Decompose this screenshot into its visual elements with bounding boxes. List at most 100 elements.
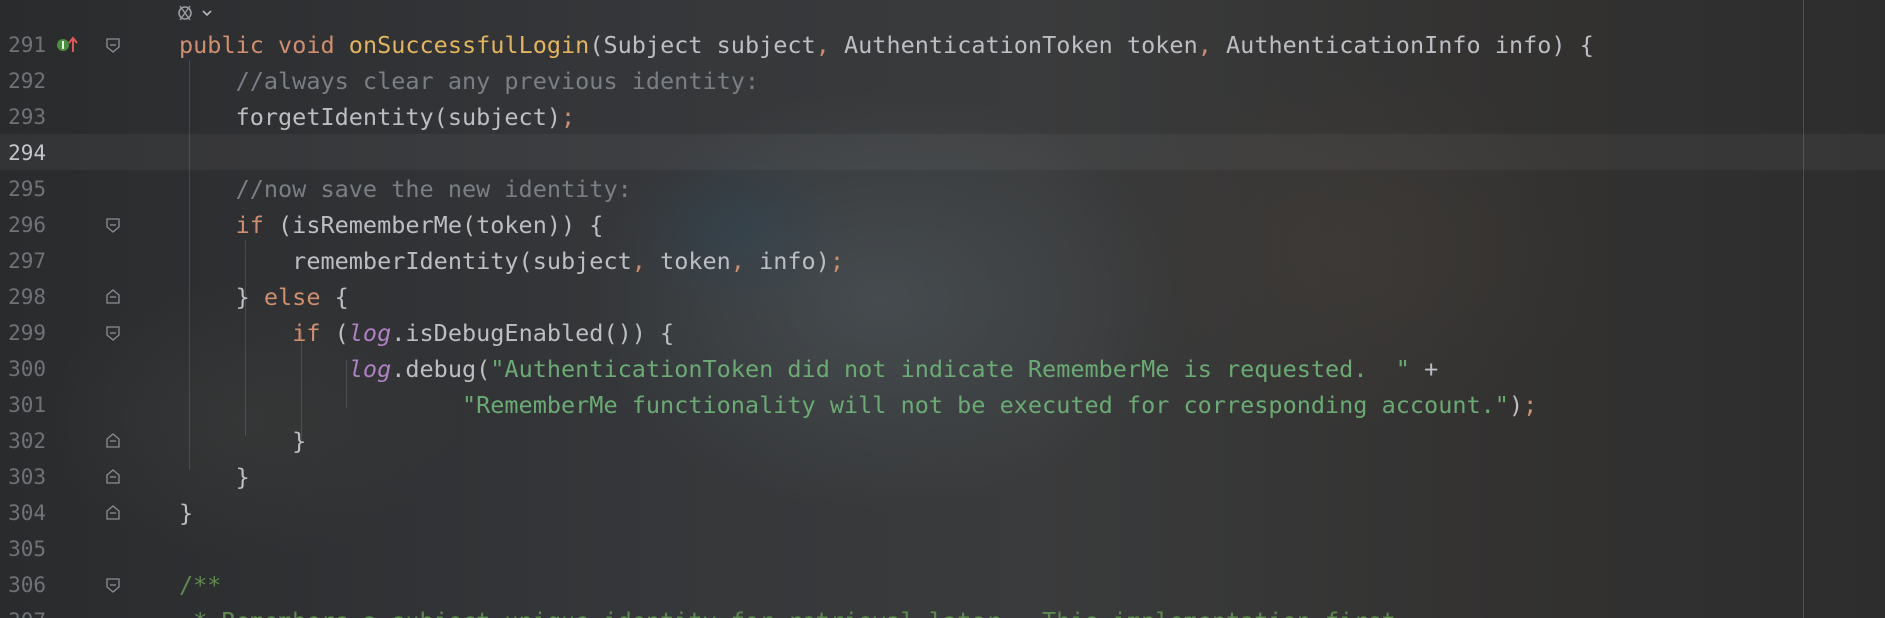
code-token: ;: [561, 103, 576, 131]
code-token: //always clear any previous identity:: [179, 67, 760, 95]
fold-open-icon[interactable]: [104, 36, 122, 54]
code-line[interactable]: 306 /**: [0, 567, 1885, 603]
code-token: forgetIdentity(subject): [179, 103, 562, 131]
code-token: token: [645, 247, 731, 275]
code-line[interactable]: 305: [0, 531, 1885, 567]
code-line[interactable]: 297 rememberIdentity(subject, token, inf…: [0, 243, 1885, 279]
code-token: ,: [1197, 31, 1212, 59]
code-text[interactable]: rememberIdentity(subject, token, info);: [179, 243, 844, 279]
code-token: log: [348, 355, 392, 383]
fold-open-icon[interactable]: [104, 216, 122, 234]
code-line[interactable]: 291 public void onSuccessfulLogin(Subject…: [0, 27, 1885, 63]
code-token: ): [1508, 391, 1524, 419]
code-text[interactable]: if (log.isDebugEnabled()) {: [179, 315, 674, 351]
code-editor[interactable]: 291 public void onSuccessfulLogin(Subject…: [0, 0, 1885, 618]
line-number[interactable]: 305: [0, 531, 46, 567]
code-token: }: [179, 283, 264, 311]
code-text[interactable]: }: [179, 423, 306, 459]
code-token: (: [320, 319, 349, 347]
code-token: ,: [631, 247, 646, 275]
code-token: ;: [1523, 391, 1538, 419]
code-text[interactable]: forgetIdentity(subject);: [179, 99, 576, 135]
code-text[interactable]: /**: [179, 567, 221, 603]
line-number[interactable]: 291: [0, 27, 46, 63]
code-line[interactable]: 294: [0, 135, 1885, 171]
line-number[interactable]: 295: [0, 171, 46, 207]
code-token: "RememberMe functionality will not be ex…: [461, 391, 1509, 419]
line-number[interactable]: 293: [0, 99, 46, 135]
code-text[interactable]: log.debug("AuthenticationToken did not i…: [179, 351, 1438, 387]
fold-close-icon[interactable]: [104, 468, 122, 486]
code-token: (Subject subject: [589, 31, 816, 59]
fold-open-icon[interactable]: [104, 324, 122, 342]
line-number[interactable]: 303: [0, 459, 46, 495]
code-token: }: [179, 463, 250, 491]
fold-open-icon[interactable]: [104, 576, 122, 594]
fold-close-icon[interactable]: [104, 504, 122, 522]
code-token: (isRememberMe(token)) {: [263, 211, 604, 239]
code-line[interactable]: 303 }: [0, 459, 1885, 495]
ai-assistant-icon[interactable]: [174, 2, 198, 24]
code-text[interactable]: }: [179, 459, 250, 495]
line-number[interactable]: 292: [0, 63, 46, 99]
code-line[interactable]: 302 }: [0, 423, 1885, 459]
code-token: public: [179, 31, 264, 59]
code-line[interactable]: 307 * Remembers a subject-unique identit…: [0, 603, 1885, 618]
implements-override-icon[interactable]: [56, 35, 82, 55]
code-token: info): [744, 247, 830, 275]
code-text[interactable]: }: [179, 495, 193, 531]
code-token: if: [235, 211, 264, 239]
code-line[interactable]: 301 "RememberMe functionality will not b…: [0, 387, 1885, 423]
code-token: AuthenticationToken token: [829, 31, 1198, 59]
code-text[interactable]: //always clear any previous identity:: [179, 63, 760, 99]
fold-close-icon[interactable]: [104, 288, 122, 306]
fold-close-icon[interactable]: [104, 432, 122, 450]
line-number[interactable]: 294: [0, 135, 46, 171]
code-token: ,: [730, 247, 745, 275]
code-line[interactable]: 299 if (log.isDebugEnabled()) {: [0, 315, 1885, 351]
code-text[interactable]: //now save the new identity:: [179, 171, 632, 207]
line-number[interactable]: 307: [0, 603, 46, 618]
code-token: +: [1409, 355, 1439, 383]
code-token: ;: [829, 247, 844, 275]
code-token: /**: [179, 571, 222, 599]
line-number[interactable]: 296: [0, 207, 46, 243]
code-text[interactable]: } else {: [179, 279, 349, 315]
code-line[interactable]: 304}: [0, 495, 1885, 531]
code-token: * Remembers a subject-unique identity fo…: [179, 607, 1396, 618]
code-token: //now save the new identity:: [179, 175, 632, 203]
code-token: rememberIdentity(subject: [179, 247, 632, 275]
code-line[interactable]: 293 forgetIdentity(subject);: [0, 99, 1885, 135]
chevron-down-icon[interactable]: [200, 6, 214, 20]
code-token: ,: [815, 31, 830, 59]
line-number[interactable]: 299: [0, 315, 46, 351]
code-line[interactable]: 295 //now save the new identity:: [0, 171, 1885, 207]
line-number[interactable]: 302: [0, 423, 46, 459]
code-line[interactable]: 298 } else {: [0, 279, 1885, 315]
code-text[interactable]: "RememberMe functionality will not be ex…: [179, 387, 1537, 423]
code-token: log: [348, 319, 392, 347]
line-number[interactable]: 300: [0, 351, 46, 387]
line-number[interactable]: 297: [0, 243, 46, 279]
code-token: "AuthenticationToken did not indicate Re…: [490, 355, 1410, 383]
code-token: AuthenticationInfo info) {: [1211, 31, 1594, 59]
code-line[interactable]: 300 log.debug("AuthenticationToken did n…: [0, 351, 1885, 387]
code-line[interactable]: 296 if (isRememberMe(token)) {: [0, 207, 1885, 243]
code-text[interactable]: * Remembers a subject-unique identity fo…: [179, 603, 1396, 618]
code-line[interactable]: 292 //always clear any previous identity…: [0, 63, 1885, 99]
code-token: }: [179, 499, 194, 527]
code-token: else: [263, 283, 321, 311]
code-token: .debug(: [391, 355, 491, 383]
line-number[interactable]: 298: [0, 279, 46, 315]
line-number[interactable]: 304: [0, 495, 46, 531]
code-token: if: [292, 319, 321, 347]
line-number[interactable]: 301: [0, 387, 46, 423]
code-text[interactable]: if (isRememberMe(token)) {: [179, 207, 604, 243]
code-text[interactable]: public void onSuccessfulLogin(Subject su…: [179, 27, 1594, 63]
inlay-hint[interactable]: [174, 2, 214, 24]
line-number[interactable]: 306: [0, 567, 46, 603]
